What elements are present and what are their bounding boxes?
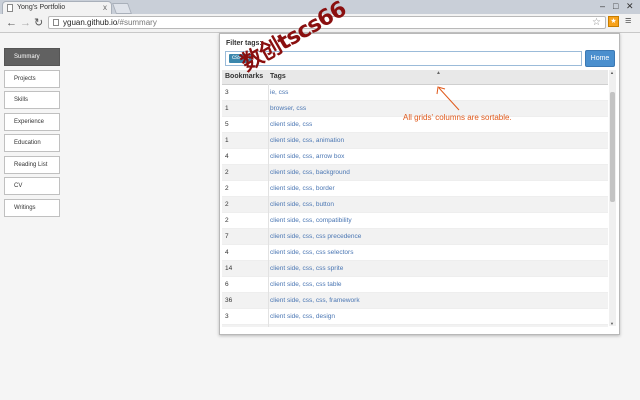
table-row[interactable]: 3 ie, css [222,85,608,101]
tags-link[interactable]: client side, css, design [270,309,335,324]
sidebar-item-reading-list[interactable]: Reading List [4,155,60,174]
tags-link[interactable]: client side, css, design patterns [270,325,360,327]
browser-tab[interactable]: Yong's Portfolio x [2,1,112,14]
tags-link[interactable]: browser, css [270,101,306,116]
bookmark-star-icon[interactable]: ☆ [592,17,601,29]
bookmark-count-cell: 2 [225,185,229,192]
menu-icon[interactable]: ≡ [625,15,631,27]
bookmark-count-cell: 4 [225,153,229,160]
annotation-text: All grids' columns are sortable. [403,113,512,122]
bookmarks-grid: Bookmarks Tags ▲ 3 ie, css 1 browser, css 5 c… [222,70,608,327]
tags-link[interactable]: client side, css, arrow box [270,149,344,164]
page-info-icon [53,19,59,26]
tab-title: Yong's Portfolio [17,4,66,11]
sidebar-item-cv[interactable]: CV [4,177,60,195]
minimize-icon[interactable]: – [600,0,605,12]
bookmark-count-cell: 2 [225,325,229,327]
sidebar: Summary Projects Skills Experience Educa… [4,48,60,220]
url-path: /#summary [117,18,157,27]
home-button[interactable]: Home [585,50,615,67]
tags-link[interactable]: ie, css [270,85,288,100]
bookmark-count-cell: 2 [225,169,229,176]
table-row[interactable]: 14 client side, css, css sprite [222,261,608,277]
forward-icon[interactable]: → [20,16,31,30]
maximize-icon[interactable]: □ [613,0,618,12]
tags-link[interactable]: client side, css, css selectors [270,245,353,260]
bookmark-count-cell: 3 [225,313,229,320]
bookmark-count-cell: 14 [225,265,233,272]
bookmark-count-cell: 1 [225,137,229,144]
bookmark-count-cell: 3 [225,89,229,96]
sidebar-item-writings[interactable]: Writings [4,198,60,217]
bookmark-count-cell: 6 [225,281,229,288]
bookmarks-panel: Filter tags: css x Home Bookmarks Tags ▲ … [219,33,620,335]
table-row[interactable]: 2 client side, css, button [222,197,608,213]
sidebar-item-experience[interactable]: Experience [4,112,60,131]
tags-link[interactable]: client side, css, css precedence [270,229,361,244]
vertical-scrollbar[interactable]: ▲ ▼ [609,70,616,326]
bookmark-count-cell: 4 [225,249,229,256]
bookmark-count-cell: 1 [225,105,229,112]
column-divider [268,84,269,327]
url-host: yguan.github.io [63,18,118,27]
grid-header: Bookmarks Tags ▲ [222,70,608,85]
sidebar-item-education[interactable]: Education [4,134,60,152]
table-row[interactable]: 36 client side, css, css, framework [222,293,608,309]
bookmark-count-cell: 5 [225,121,229,128]
tags-link[interactable]: client side, css, background [270,165,350,180]
page-icon [7,4,13,12]
tags-link[interactable]: client side, css, compatibility [270,213,352,228]
bookmark-count-cell: 36 [225,297,233,304]
scroll-down-icon[interactable]: ▼ [610,321,614,326]
sidebar-item-skills[interactable]: Skills [4,91,60,109]
column-header-bookmarks[interactable]: Bookmarks [225,73,263,80]
column-header-tags[interactable]: Tags [270,73,286,80]
table-row[interactable]: 4 client side, css, arrow box [222,149,608,165]
tags-link[interactable]: client side, css [270,117,312,132]
table-row[interactable]: 2 client side, css, border [222,181,608,197]
close-tab-icon[interactable]: x [103,2,107,14]
scroll-thumb[interactable] [610,92,615,202]
back-icon[interactable]: ← [6,16,17,30]
extension-icon[interactable]: ★ [608,16,619,27]
table-row[interactable]: 1 client side, css, animation [222,133,608,149]
annotation-arrow [436,86,460,111]
tags-link[interactable]: client side, css, css, framework [270,293,360,308]
bookmark-count-cell: 7 [225,233,229,240]
table-row[interactable]: 4 client side, css, css selectors [222,245,608,261]
scroll-up-icon[interactable]: ▲ [610,70,614,75]
sidebar-item-summary[interactable]: Summary [4,48,60,66]
table-row[interactable]: 2 client side, css, compatibility [222,213,608,229]
table-row[interactable]: 6 client side, css, css table [222,277,608,293]
tags-link[interactable]: client side, css, css sprite [270,261,343,276]
tags-link[interactable]: client side, css, animation [270,133,344,148]
tags-link[interactable]: client side, css, button [270,197,334,212]
sort-asc-icon[interactable]: ▲ [436,70,441,76]
table-row[interactable]: 3 client side, css, design [222,309,608,325]
bookmark-count-cell: 2 [225,201,229,208]
tags-link[interactable]: client side, css, border [270,181,335,196]
table-row[interactable]: 2 client side, css, background [222,165,608,181]
table-row[interactable]: 2 client side, css, design patterns [222,325,608,327]
sidebar-item-projects[interactable]: Projects [4,69,60,88]
new-tab-button[interactable] [111,3,133,14]
close-window-icon[interactable]: ✕ [626,0,634,12]
bookmark-count-cell: 2 [225,217,229,224]
reload-icon[interactable]: ↻ [34,16,43,30]
tags-link[interactable]: client side, css, css table [270,277,342,292]
table-row[interactable]: 7 client side, css, css precedence [222,229,608,245]
